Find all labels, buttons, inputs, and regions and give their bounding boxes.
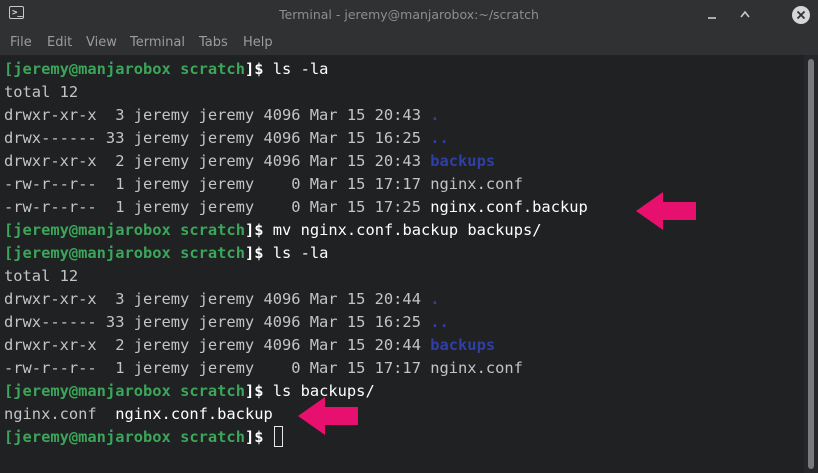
command-line: [jeremy@manjarobox scratch]$ mv nginx.co… bbox=[4, 221, 542, 239]
title-bar: >_ Terminal - jeremy@manjarobox:~/scratc… bbox=[0, 0, 818, 30]
menu-help[interactable]: Help bbox=[243, 35, 273, 50]
listing-row: drwxr-xr-x 3 jeremy jeremy 4096 Mar 15 2… bbox=[4, 106, 440, 124]
command-text: mv nginx.conf.backup backups/ bbox=[263, 221, 542, 239]
file-name: nginx.conf bbox=[4, 405, 97, 423]
prompt: [jeremy@manjarobox scratch bbox=[4, 428, 245, 446]
command-line: [jeremy@manjarobox scratch]$ ls -la bbox=[4, 244, 329, 262]
listing-row: -rw-r--r-- 1 jeremy jeremy 0 Mar 15 17:1… bbox=[4, 175, 523, 193]
arrow-icon bbox=[636, 192, 696, 230]
window-title: Terminal - jeremy@manjarobox:~/scratch bbox=[279, 7, 539, 22]
menu-file[interactable]: File bbox=[10, 35, 32, 50]
scrollbar-thumb[interactable] bbox=[808, 59, 814, 469]
arrow-icon bbox=[298, 397, 358, 435]
minimize-icon[interactable] bbox=[704, 7, 720, 23]
command-line: [jeremy@manjarobox scratch]$ bbox=[4, 426, 283, 449]
menu-terminal[interactable]: Terminal bbox=[130, 35, 185, 50]
terminal-output[interactable]: [jeremy@manjarobox scratch]$ ls -la tota… bbox=[0, 55, 804, 473]
listing-row: drwxr-xr-x 2 jeremy jeremy 4096 Mar 15 2… bbox=[4, 152, 496, 170]
listing-row: -rw-r--r-- 1 jeremy jeremy 0 Mar 15 17:2… bbox=[4, 198, 588, 216]
output-line: nginx.conf nginx.conf.backup bbox=[4, 403, 273, 426]
prompt: [jeremy@manjarobox scratch bbox=[4, 382, 245, 400]
menu-view[interactable]: View bbox=[86, 35, 117, 50]
prompt: [jeremy@manjarobox scratch bbox=[4, 221, 245, 239]
file-name-highlighted: nginx.conf.backup bbox=[115, 405, 273, 423]
file-name-highlighted: nginx.conf.backup bbox=[430, 198, 588, 216]
file-name: nginx.conf bbox=[430, 359, 523, 377]
menu-bar: File Edit View Terminal Tabs Help bbox=[0, 30, 818, 55]
file-name: nginx.conf bbox=[430, 175, 523, 193]
command-line: [jeremy@manjarobox scratch]$ ls -la bbox=[4, 60, 329, 78]
listing-row: drwx------ 33 jeremy jeremy 4096 Mar 15 … bbox=[4, 129, 449, 147]
text-cursor bbox=[273, 426, 283, 447]
close-icon[interactable] bbox=[792, 6, 810, 24]
prompt: [jeremy@manjarobox scratch bbox=[4, 60, 245, 78]
directory-name: backups bbox=[430, 336, 496, 354]
listing-row: drwx------ 33 jeremy jeremy 4096 Mar 15 … bbox=[4, 313, 449, 331]
menu-tabs[interactable]: Tabs bbox=[199, 35, 228, 50]
command-text: ls -la bbox=[263, 244, 329, 262]
listing-row: drwxr-xr-x 3 jeremy jeremy 4096 Mar 15 2… bbox=[4, 290, 440, 308]
directory-name: . bbox=[430, 106, 440, 124]
listing-row: -rw-r--r-- 1 jeremy jeremy 0 Mar 15 17:1… bbox=[4, 359, 523, 377]
directory-name: . bbox=[430, 290, 440, 308]
vertical-scrollbar[interactable] bbox=[804, 55, 818, 473]
output-line: total 12 bbox=[4, 83, 79, 101]
menu-edit[interactable]: Edit bbox=[47, 35, 72, 50]
directory-name: backups bbox=[430, 152, 496, 170]
prompt: [jeremy@manjarobox scratch bbox=[4, 244, 245, 262]
output-line: total 12 bbox=[4, 267, 79, 285]
listing-row: drwxr-xr-x 2 jeremy jeremy 4096 Mar 15 2… bbox=[4, 336, 496, 354]
directory-name: .. bbox=[430, 129, 449, 147]
directory-name: .. bbox=[430, 313, 449, 331]
maximize-icon[interactable] bbox=[737, 7, 753, 23]
command-text: ls -la bbox=[263, 60, 329, 78]
